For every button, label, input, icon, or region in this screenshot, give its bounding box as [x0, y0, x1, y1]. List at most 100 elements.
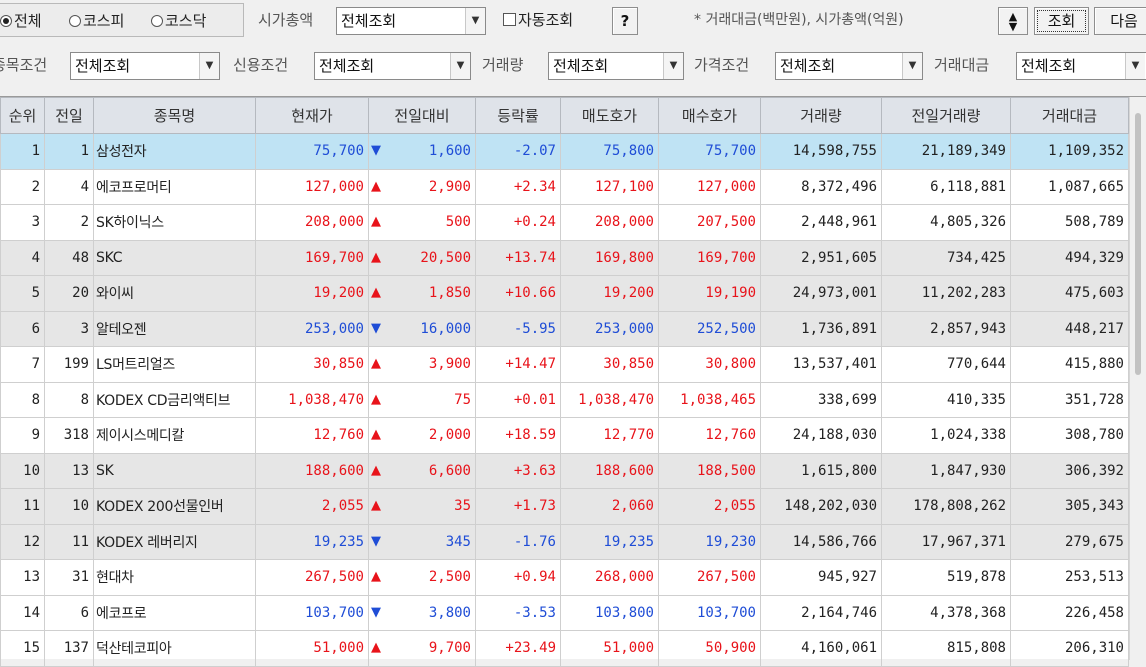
prev-volume-cell: 519,878 — [881, 559, 1011, 596]
prev-rank-cell: 1 — [44, 133, 94, 170]
market-radio-label: 코스피 — [83, 12, 125, 30]
rate-cell: +18.59 — [475, 417, 561, 454]
price-cell: 1,038,470 — [255, 381, 369, 418]
column-header[interactable]: 전일대비 — [368, 97, 476, 134]
bid-cell: 2,055 — [658, 488, 761, 525]
column-header[interactable]: 순위 — [0, 97, 45, 134]
bid-cell: 50,900 — [658, 630, 761, 667]
down-triangle-icon: ▼ — [371, 533, 381, 549]
auto-query-label: 자동조회 — [518, 11, 574, 29]
price-condition-select[interactable]: 전체조회 ▼ — [775, 52, 923, 80]
prev-rank-cell: 2 — [44, 204, 94, 241]
query-button[interactable]: 조회 — [1034, 7, 1089, 35]
column-header[interactable]: 전일 — [44, 97, 94, 134]
prev-rank-cell: 8 — [44, 381, 94, 418]
chevron-down-icon[interactable]: ▼ — [450, 53, 470, 79]
volume-cell: 4,160,061 — [760, 630, 882, 667]
ask-cell: 268,000 — [560, 559, 659, 596]
change-cell: ▼ 16,000 — [368, 310, 476, 347]
column-header[interactable]: 거래량 — [760, 97, 882, 134]
table-row[interactable]: 12 11 KODEX 레버리지 19,235 ▼ 345 -1.76 19,235 19,23… — [0, 523, 1129, 560]
rate-cell: +1.73 — [475, 488, 561, 525]
table-row[interactable]: 1 1 삼성전자 75,700 ▼ 1,600 -2.07 75,800 75,700 14,59… — [0, 133, 1129, 170]
table-row[interactable]: 10 13 SK 188,600 ▲ 6,600 +3.63 188,600 188,500 1,… — [0, 452, 1129, 489]
amount-condition-select[interactable]: 전체조회 ▼ — [1016, 52, 1146, 80]
up-triangle-icon: ▲ — [371, 285, 381, 301]
up-triangle-icon: ▲ — [371, 498, 381, 514]
prev-volume-cell: 2,857,943 — [881, 310, 1011, 347]
table-row[interactable]: 11 10 KODEX 200선물인버 2,055 ▲ 35 +1.73 2,060 2,055… — [0, 488, 1129, 525]
amount-cell: 306,392 — [1010, 452, 1129, 489]
chevron-down-icon[interactable]: ▼ — [199, 53, 219, 79]
chevron-down-icon[interactable]: ▼ — [465, 8, 485, 34]
table-row[interactable]: 5 20 와이씨 19,200 ▲ 1,850 +10.66 19,200 19,190 24,9… — [0, 275, 1129, 312]
column-header[interactable]: 종목명 — [93, 97, 256, 134]
ask-cell: 12,770 — [560, 417, 659, 454]
stock-condition-select[interactable]: 전체조회 ▼ — [70, 52, 220, 80]
vertical-scrollbar[interactable] — [1129, 97, 1146, 660]
volume-cell: 8,372,496 — [760, 168, 882, 205]
stock-name-cell: 현대차 — [93, 559, 256, 596]
table-row[interactable]: 9 318 제이시스메디칼 12,760 ▲ 2,000 +18.59 12,770 12,76… — [0, 417, 1129, 454]
column-header[interactable]: 매도호가 — [560, 97, 659, 134]
marketcap-select[interactable]: 전체조회 ▼ — [336, 7, 486, 35]
prev-rank-cell: 20 — [44, 275, 94, 312]
column-header[interactable]: 현재가 — [255, 97, 369, 134]
column-header[interactable]: 매수호가 — [658, 97, 761, 134]
price-cell: 267,500 — [255, 559, 369, 596]
column-header[interactable]: 전일거래량 — [881, 97, 1011, 134]
chevron-down-icon[interactable]: ▼ — [1125, 53, 1145, 79]
table-row[interactable]: 15 137 덕산테코피아 51,000 ▲ 9,700 +23.49 51,000 50,90… — [0, 630, 1129, 667]
market-radio-kospi[interactable]: 코스피 — [69, 4, 124, 38]
rate-cell: -1.76 — [475, 523, 561, 560]
market-radio-all[interactable]: 전체 — [0, 4, 42, 38]
credit-condition-value: 전체조회 — [319, 57, 375, 75]
table-row[interactable]: 8 8 KODEX CD금리액티브 1,038,470 ▲ 75 +0.01 1,038,47… — [0, 381, 1129, 418]
table-row[interactable]: 13 31 현대차 267,500 ▲ 2,500 +0.94 268,000 267,500 9… — [0, 559, 1129, 596]
market-radio-kosdaq[interactable]: 코스닥 — [151, 4, 206, 38]
table-row[interactable]: 2 4 에코프로머티 127,000 ▲ 2,900 +2.34 127,100 127,000… — [0, 168, 1129, 205]
credit-condition-select[interactable]: 전체조회 ▼ — [314, 52, 471, 80]
rank-cell: 5 — [0, 275, 45, 312]
price-cell: 103,700 — [255, 594, 369, 631]
prev-rank-cell: 11 — [44, 523, 94, 560]
table-row[interactable]: 3 2 SK하이닉스 208,000 ▲ 500 +0.24 208,000 207,500 2,… — [0, 204, 1129, 241]
auto-query-checkbox[interactable]: 자동조회 — [503, 0, 573, 40]
up-triangle-icon: ▲ — [371, 569, 381, 585]
change-cell: ▲ 2,500 — [368, 559, 476, 596]
change-cell: ▲ 500 — [368, 204, 476, 241]
sort-toggle-button[interactable]: ▲ ▼ — [998, 7, 1028, 35]
stock-name-cell: KODEX CD금리액티브 — [93, 381, 256, 418]
table-row[interactable]: 14 6 에코프로 103,700 ▼ 3,800 -3.53 103,800 103,700 2… — [0, 594, 1129, 631]
column-header[interactable]: 거래대금 — [1010, 97, 1129, 134]
table-row[interactable]: 4 48 SKC 169,700 ▲ 20,500 +13.74 169,800 169,700… — [0, 239, 1129, 276]
table-row[interactable]: 7 199 LS머트리얼즈 30,850 ▲ 3,900 +14.47 30,850 30,80… — [0, 346, 1129, 383]
change-cell: ▲ 2,000 — [368, 417, 476, 454]
volume-cell: 14,586,766 — [760, 523, 882, 560]
change-value: 2,900 — [428, 178, 471, 195]
change-cell: ▲ 9,700 — [368, 630, 476, 667]
chevron-down-icon[interactable]: ▼ — [902, 53, 922, 79]
volume-condition-select[interactable]: 전체조회 ▼ — [548, 52, 684, 80]
bid-cell: 188,500 — [658, 452, 761, 489]
volume-cell: 2,951,605 — [760, 239, 882, 276]
change-cell: ▲ 6,600 — [368, 452, 476, 489]
bid-cell: 30,800 — [658, 346, 761, 383]
up-triangle-icon: ▲ — [371, 356, 381, 372]
up-triangle-icon: ▲ — [371, 640, 381, 656]
column-header[interactable]: 등락률 — [475, 97, 561, 134]
stock-name-cell: LS머트리얼즈 — [93, 346, 256, 383]
table-row[interactable]: 6 3 알테오젠 253,000 ▼ 16,000 -5.95 253,000 252,500 1… — [0, 310, 1129, 347]
change-value: 75 — [454, 391, 471, 408]
change-value: 500 — [445, 214, 471, 231]
chevron-down-icon[interactable]: ▼ — [663, 53, 683, 79]
bid-cell: 207,500 — [658, 204, 761, 241]
next-button[interactable]: 다음 — [1094, 7, 1146, 35]
change-value: 345 — [445, 533, 471, 550]
volume-condition-value: 전체조회 — [553, 57, 609, 75]
table-header-row: 순위 전일 종목명 현재가 전일대비 등락률 매도호가 매수호가 거래량 전일거래량 거래대금 — [0, 97, 1129, 134]
ask-cell: 127,100 — [560, 168, 659, 205]
scrollbar-thumb[interactable] — [1135, 113, 1141, 375]
ask-cell: 253,000 — [560, 310, 659, 347]
help-button[interactable]: ? — [612, 7, 638, 35]
